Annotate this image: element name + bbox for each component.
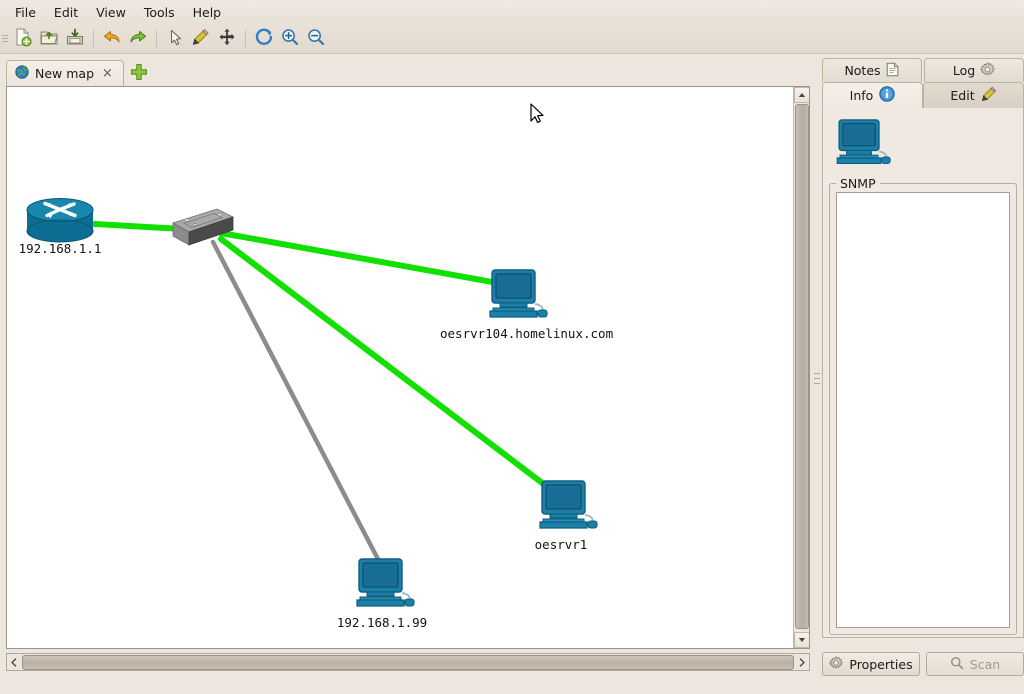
network-map-canvas[interactable]: 192.168.1.1 oesrvr104.homelinux.com oesr… xyxy=(7,87,793,648)
scroll-up-button[interactable] xyxy=(794,87,809,103)
horizontal-scrollbar-thumb[interactable] xyxy=(22,654,794,670)
tab-log-label: Log xyxy=(952,63,976,78)
zoom-in-button[interactable] xyxy=(277,26,303,52)
side-panel-top-tabs: Notes Log xyxy=(822,58,1024,82)
properties-button[interactable]: Properties xyxy=(822,652,920,676)
menu-view[interactable]: View xyxy=(87,2,135,23)
toolbar-separator xyxy=(245,29,246,48)
tab-notes-label: Notes xyxy=(844,63,881,78)
map-node-label: 192.168.1.1 xyxy=(18,241,102,256)
link-switch-pc1 xyxy=(218,230,512,288)
application-window: File Edit View Tools Help New map × 192.… xyxy=(0,0,1024,694)
redo-icon xyxy=(128,27,148,50)
zoom-out-button[interactable] xyxy=(303,26,329,52)
open-map-button[interactable] xyxy=(36,26,62,52)
search-icon xyxy=(950,656,964,673)
map-node-label: oesrvr104.homelinux.com xyxy=(440,326,614,341)
info-panel-body: SNMP xyxy=(822,108,1024,638)
snmp-group-legend: SNMP xyxy=(836,176,880,191)
canvas-horizontal-scrollbar[interactable] xyxy=(6,653,810,671)
gear-icon xyxy=(980,61,995,80)
toolbar-grip[interactable] xyxy=(0,24,10,54)
vertical-scrollbar-thumb[interactable] xyxy=(795,104,809,629)
map-node-label: 192.168.1.99 xyxy=(336,615,428,630)
tab-notes[interactable]: Notes xyxy=(822,58,922,82)
toolbar-separator xyxy=(156,29,157,48)
map-tab-close-icon[interactable]: × xyxy=(100,66,115,81)
toolbar xyxy=(0,24,1024,54)
computer-icon xyxy=(835,119,897,173)
save-map-button[interactable] xyxy=(62,26,88,52)
scan-button[interactable]: Scan xyxy=(926,652,1024,676)
select-pointer-icon xyxy=(165,27,185,50)
save-icon xyxy=(65,27,85,50)
zoom-in-icon xyxy=(280,27,300,50)
info-icon xyxy=(879,85,896,105)
tab-edit[interactable]: Edit xyxy=(923,82,1024,108)
menu-tools[interactable]: Tools xyxy=(135,2,184,23)
new-map-button[interactable] xyxy=(10,26,36,52)
snmp-group: SNMP xyxy=(829,176,1017,635)
properties-button-label: Properties xyxy=(849,656,913,672)
move-icon xyxy=(217,27,237,50)
splitter-grip-icon xyxy=(814,371,820,386)
menu-help[interactable]: Help xyxy=(184,2,231,23)
plus-icon xyxy=(130,63,148,84)
document-icon xyxy=(886,62,900,80)
refresh-button[interactable] xyxy=(251,26,277,52)
panel-splitter[interactable] xyxy=(812,86,822,671)
menu-edit[interactable]: Edit xyxy=(45,2,87,23)
scroll-left-button[interactable] xyxy=(7,654,21,670)
map-tab[interactable]: New map × xyxy=(6,60,124,86)
side-panel-sub-tabs: Info Edit xyxy=(822,82,1024,108)
globe-icon xyxy=(15,65,29,82)
side-panel: Notes Log Info Edit SNMP Properties Scan xyxy=(822,58,1024,678)
selected-device-icon-wrap xyxy=(835,118,1017,173)
undo-icon xyxy=(102,27,122,50)
new-map-icon xyxy=(13,27,33,50)
pencil-icon xyxy=(191,27,211,50)
tab-log[interactable]: Log xyxy=(924,58,1024,82)
redo-button[interactable] xyxy=(125,26,151,52)
scroll-down-button[interactable] xyxy=(794,632,809,648)
menu-file[interactable]: File xyxy=(6,2,45,23)
link-switch-pc3 xyxy=(210,239,384,568)
gear-icon xyxy=(829,655,844,673)
map-canvas-container: 192.168.1.1 oesrvr104.homelinux.com oesr… xyxy=(6,86,810,649)
refresh-icon xyxy=(254,27,274,50)
map-node-label: oesrvr1 xyxy=(534,537,588,552)
edit-tool-button[interactable] xyxy=(188,26,214,52)
map-tab-label: New map xyxy=(35,66,95,81)
scroll-right-button[interactable] xyxy=(795,654,809,670)
open-icon xyxy=(39,27,59,50)
canvas-vertical-scrollbar[interactable] xyxy=(793,87,809,648)
tab-edit-label: Edit xyxy=(950,88,975,103)
add-map-tab-button[interactable] xyxy=(128,62,150,84)
toolbar-separator xyxy=(93,29,94,48)
undo-button[interactable] xyxy=(99,26,125,52)
select-tool-button[interactable] xyxy=(162,26,188,52)
move-tool-button[interactable] xyxy=(214,26,240,52)
zoom-out-icon xyxy=(306,27,326,50)
tab-info[interactable]: Info xyxy=(822,82,923,108)
side-panel-footer: Properties Scan xyxy=(822,652,1024,676)
menu-bar: File Edit View Tools Help xyxy=(0,0,1024,24)
tab-info-label: Info xyxy=(849,87,874,103)
scan-button-label: Scan xyxy=(969,656,1001,672)
snmp-output-area[interactable] xyxy=(836,192,1010,628)
pencil-icon xyxy=(981,86,997,105)
